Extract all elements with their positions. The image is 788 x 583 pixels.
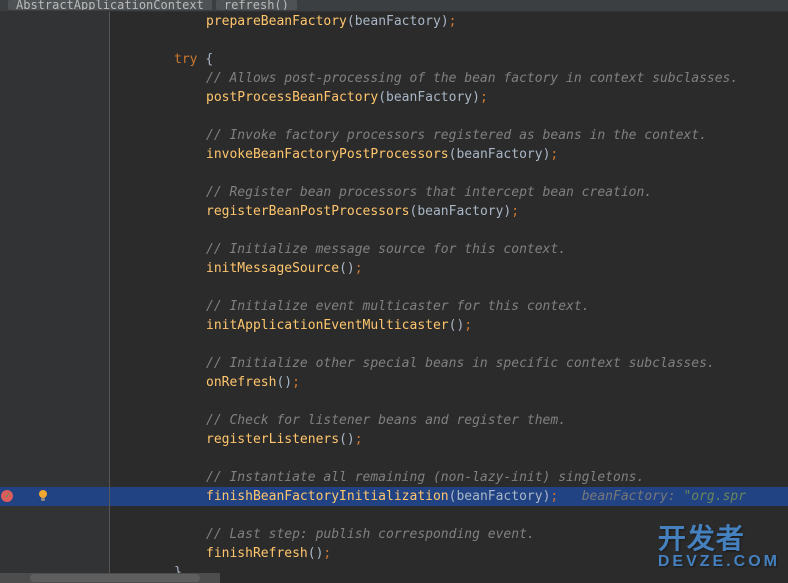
code-line[interactable]: initMessageSource(); — [110, 259, 788, 278]
code-line[interactable]: // Allows post-processing of the bean fa… — [110, 69, 788, 88]
code-line[interactable]: // Invoke factory processors registered … — [110, 126, 788, 145]
code-line[interactable] — [110, 506, 788, 525]
breakpoint-icon[interactable]: ✓ — [1, 490, 13, 502]
code-line[interactable] — [110, 449, 788, 468]
horizontal-scrollbar[interactable] — [0, 573, 220, 583]
code-line[interactable]: finishBeanFactoryInitialization(beanFact… — [110, 487, 788, 506]
breadcrumb-class[interactable]: AbstractApplicationContext — [8, 0, 212, 10]
code-line[interactable]: registerBeanPostProcessors(beanFactory); — [110, 202, 788, 221]
code-line[interactable]: // Initialize other special beans in spe… — [110, 354, 788, 373]
code-line[interactable] — [110, 221, 788, 240]
code-line[interactable] — [110, 392, 788, 411]
code-line[interactable]: prepareBeanFactory(beanFactory); — [110, 12, 788, 31]
code-line[interactable]: // Initialize event multicaster for this… — [110, 297, 788, 316]
code-content[interactable]: prepareBeanFactory(beanFactory);try {// … — [110, 12, 788, 583]
code-line[interactable] — [110, 31, 788, 50]
code-line[interactable]: invokeBeanFactoryPostProcessors(beanFact… — [110, 145, 788, 164]
code-line[interactable]: // Instantiate all remaining (non-lazy-i… — [110, 468, 788, 487]
code-line[interactable]: try { — [110, 50, 788, 69]
editor-area: ✓ prepareBeanFactory(beanFactory);try {/… — [0, 12, 788, 583]
gutter-icons[interactable] — [76, 12, 110, 583]
code-line[interactable]: // Register bean processors that interce… — [110, 183, 788, 202]
code-line[interactable]: finishRefresh(); — [110, 544, 788, 563]
code-line[interactable]: // Initialize message source for this co… — [110, 240, 788, 259]
code-line[interactable]: // Last step: publish corresponding even… — [110, 525, 788, 544]
gutter-line-numbers[interactable] — [28, 12, 76, 583]
code-line[interactable]: // Check for listener beans and register… — [110, 411, 788, 430]
breadcrumb-method[interactable]: refresh() — [216, 0, 297, 10]
code-line[interactable]: onRefresh(); — [110, 373, 788, 392]
horizontal-scrollbar-thumb[interactable] — [30, 574, 200, 582]
gutter-breakpoints[interactable]: ✓ — [0, 12, 28, 583]
code-line[interactable] — [110, 335, 788, 354]
intention-bulb-icon[interactable] — [36, 489, 50, 503]
code-line[interactable]: registerListeners(); — [110, 430, 788, 449]
code-line[interactable] — [110, 278, 788, 297]
code-line[interactable] — [110, 107, 788, 126]
breadcrumb-bar: AbstractApplicationContext refresh() — [0, 0, 788, 12]
code-line[interactable]: postProcessBeanFactory(beanFactory); — [110, 88, 788, 107]
code-line[interactable]: initApplicationEventMulticaster(); — [110, 316, 788, 335]
code-line[interactable] — [110, 164, 788, 183]
